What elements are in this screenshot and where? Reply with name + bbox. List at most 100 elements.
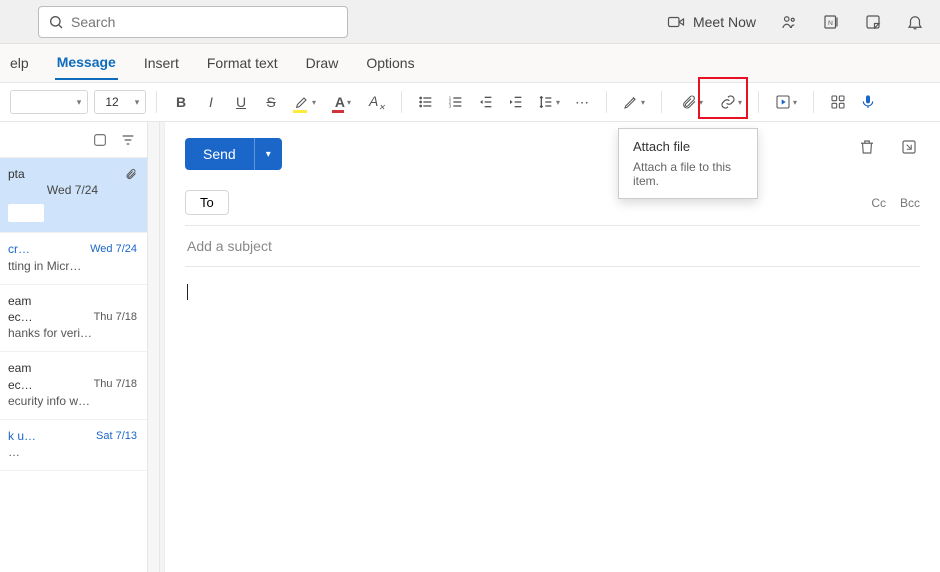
font-size-value: 12 [95, 95, 129, 109]
to-button[interactable]: To [185, 190, 229, 215]
mail-subject-short: ec… [8, 309, 33, 325]
mail-sender: pta [8, 166, 25, 182]
send-options-dropdown[interactable]: ▾ [254, 138, 282, 170]
send-button[interactable]: Send [185, 138, 254, 170]
font-size-dropdown[interactable]: 12 ▾ [94, 90, 146, 114]
text-cursor [187, 284, 188, 300]
title-bar: Meet Now N [0, 0, 940, 44]
svg-text:N: N [828, 20, 833, 27]
chevron-down-icon: ▾ [71, 97, 87, 108]
bell-icon[interactable] [906, 13, 924, 31]
subject-row [185, 226, 920, 267]
teams-icon[interactable] [780, 13, 798, 31]
mail-preview: tting in Micr… [8, 258, 137, 274]
line-spacing-button[interactable]: ▾ [532, 88, 566, 116]
tab-format-text[interactable]: Format text [205, 47, 280, 79]
compose-pane: Send ▾ To Cc Bcc [164, 122, 940, 572]
tab-insert[interactable]: Insert [142, 47, 181, 79]
apps-button[interactable] [824, 88, 852, 116]
decrease-indent-button[interactable] [472, 88, 500, 116]
mail-date: Thu 7/18 [94, 377, 137, 392]
mail-date: Thu 7/18 [94, 310, 137, 325]
dictate-button[interactable] [854, 88, 882, 116]
signature-button[interactable]: ▾ [769, 88, 803, 116]
mail-preview-chip [8, 204, 44, 222]
chevron-down-icon: ▾ [129, 97, 145, 108]
chevron-down-icon: ▾ [266, 149, 271, 160]
ribbon-tabs: elp Message Insert Format text Draw Opti… [0, 44, 940, 82]
filter-icon[interactable] [119, 131, 137, 149]
message-list-pane: pta Wed 7/24 cr… Wed 7/24 tting in Micr…… [0, 122, 148, 572]
mail-sender: eam [8, 293, 31, 309]
mail-preview: hanks for veri… [8, 325, 137, 341]
to-field-row: To Cc Bcc [185, 184, 920, 226]
notes-icon[interactable] [864, 13, 882, 31]
topbar-right: Meet Now N [667, 13, 924, 31]
highlight-color-button[interactable]: ▾ [287, 88, 323, 116]
separator [758, 91, 759, 113]
mail-subject-short: ec… [8, 377, 33, 393]
font-color-button[interactable]: A ▾ [325, 88, 361, 116]
separator [661, 91, 662, 113]
paperclip-icon [681, 94, 697, 110]
strikethrough-button[interactable]: S [257, 88, 285, 116]
mail-date: Wed 7/24 [90, 242, 137, 257]
more-options-button[interactable]: ⋯ [568, 88, 596, 116]
attach-tooltip: Attach file Attach a file to this item. [618, 128, 758, 199]
eraser-icon: A✕ [369, 93, 385, 112]
mail-item[interactable]: k u… Sat 7/13 … [0, 420, 147, 471]
video-icon [667, 13, 685, 31]
mail-item[interactable]: pta Wed 7/24 [0, 158, 147, 233]
format-toolbar: ▾ 12 ▾ B I U S ▾ A ▾ A✕ [0, 82, 940, 122]
font-name-dropdown[interactable]: ▾ [10, 90, 88, 114]
onenote-icon[interactable]: N [822, 13, 840, 31]
mail-item[interactable]: eam ec… Thu 7/18 ecurity info w… [0, 352, 147, 420]
mail-sender: k u… [8, 428, 36, 444]
message-body[interactable] [185, 267, 920, 527]
mail-sender: eam [8, 360, 31, 376]
cc-button[interactable]: Cc [871, 196, 886, 210]
mail-preview: ecurity info w… [8, 393, 137, 409]
mail-sender: cr… [8, 241, 30, 257]
select-mode-icon[interactable] [91, 131, 109, 149]
meet-now-button[interactable]: Meet Now [667, 13, 756, 31]
bcc-button[interactable]: Bcc [900, 196, 920, 210]
numbered-list-button[interactable]: 123 [442, 88, 470, 116]
mail-item[interactable]: eam ec… Thu 7/18 hanks for veri… [0, 285, 147, 353]
list-scrollbar[interactable] [148, 122, 160, 572]
clear-formatting-button[interactable]: A✕ [363, 88, 391, 116]
separator [813, 91, 814, 113]
discard-button[interactable] [858, 138, 876, 156]
search-input[interactable] [71, 14, 339, 30]
mail-date: Sat 7/13 [96, 429, 137, 444]
tab-options[interactable]: Options [364, 47, 416, 79]
tab-draw[interactable]: Draw [304, 47, 341, 79]
svg-text:3: 3 [449, 103, 452, 108]
separator [401, 91, 402, 113]
separator [156, 91, 157, 113]
mail-item[interactable]: cr… Wed 7/24 tting in Micr… [0, 233, 147, 284]
styles-button[interactable]: ▾ [617, 88, 651, 116]
tooltip-title: Attach file [633, 139, 743, 154]
tab-help[interactable]: elp [8, 47, 31, 79]
link-button[interactable]: ▾ [714, 88, 748, 116]
search-box[interactable] [38, 6, 348, 38]
meet-now-label: Meet Now [693, 14, 756, 30]
attach-file-button[interactable]: ▾ [672, 88, 712, 116]
content-area: pta Wed 7/24 cr… Wed 7/24 tting in Micr…… [0, 122, 940, 572]
popout-button[interactable] [900, 138, 918, 156]
bold-button[interactable]: B [167, 88, 195, 116]
italic-button[interactable]: I [197, 88, 225, 116]
tab-message[interactable]: Message [55, 46, 118, 80]
underline-button[interactable]: U [227, 88, 255, 116]
mail-preview: … [8, 444, 137, 460]
send-split-button: Send ▾ [185, 138, 282, 170]
bullet-list-button[interactable] [412, 88, 440, 116]
subject-input[interactable] [187, 238, 918, 254]
link-icon [720, 94, 736, 110]
increase-indent-button[interactable] [502, 88, 530, 116]
attachment-icon [125, 168, 137, 180]
play-flag-icon [775, 94, 791, 110]
separator [606, 91, 607, 113]
tooltip-body: Attach a file to this item. [633, 160, 743, 188]
